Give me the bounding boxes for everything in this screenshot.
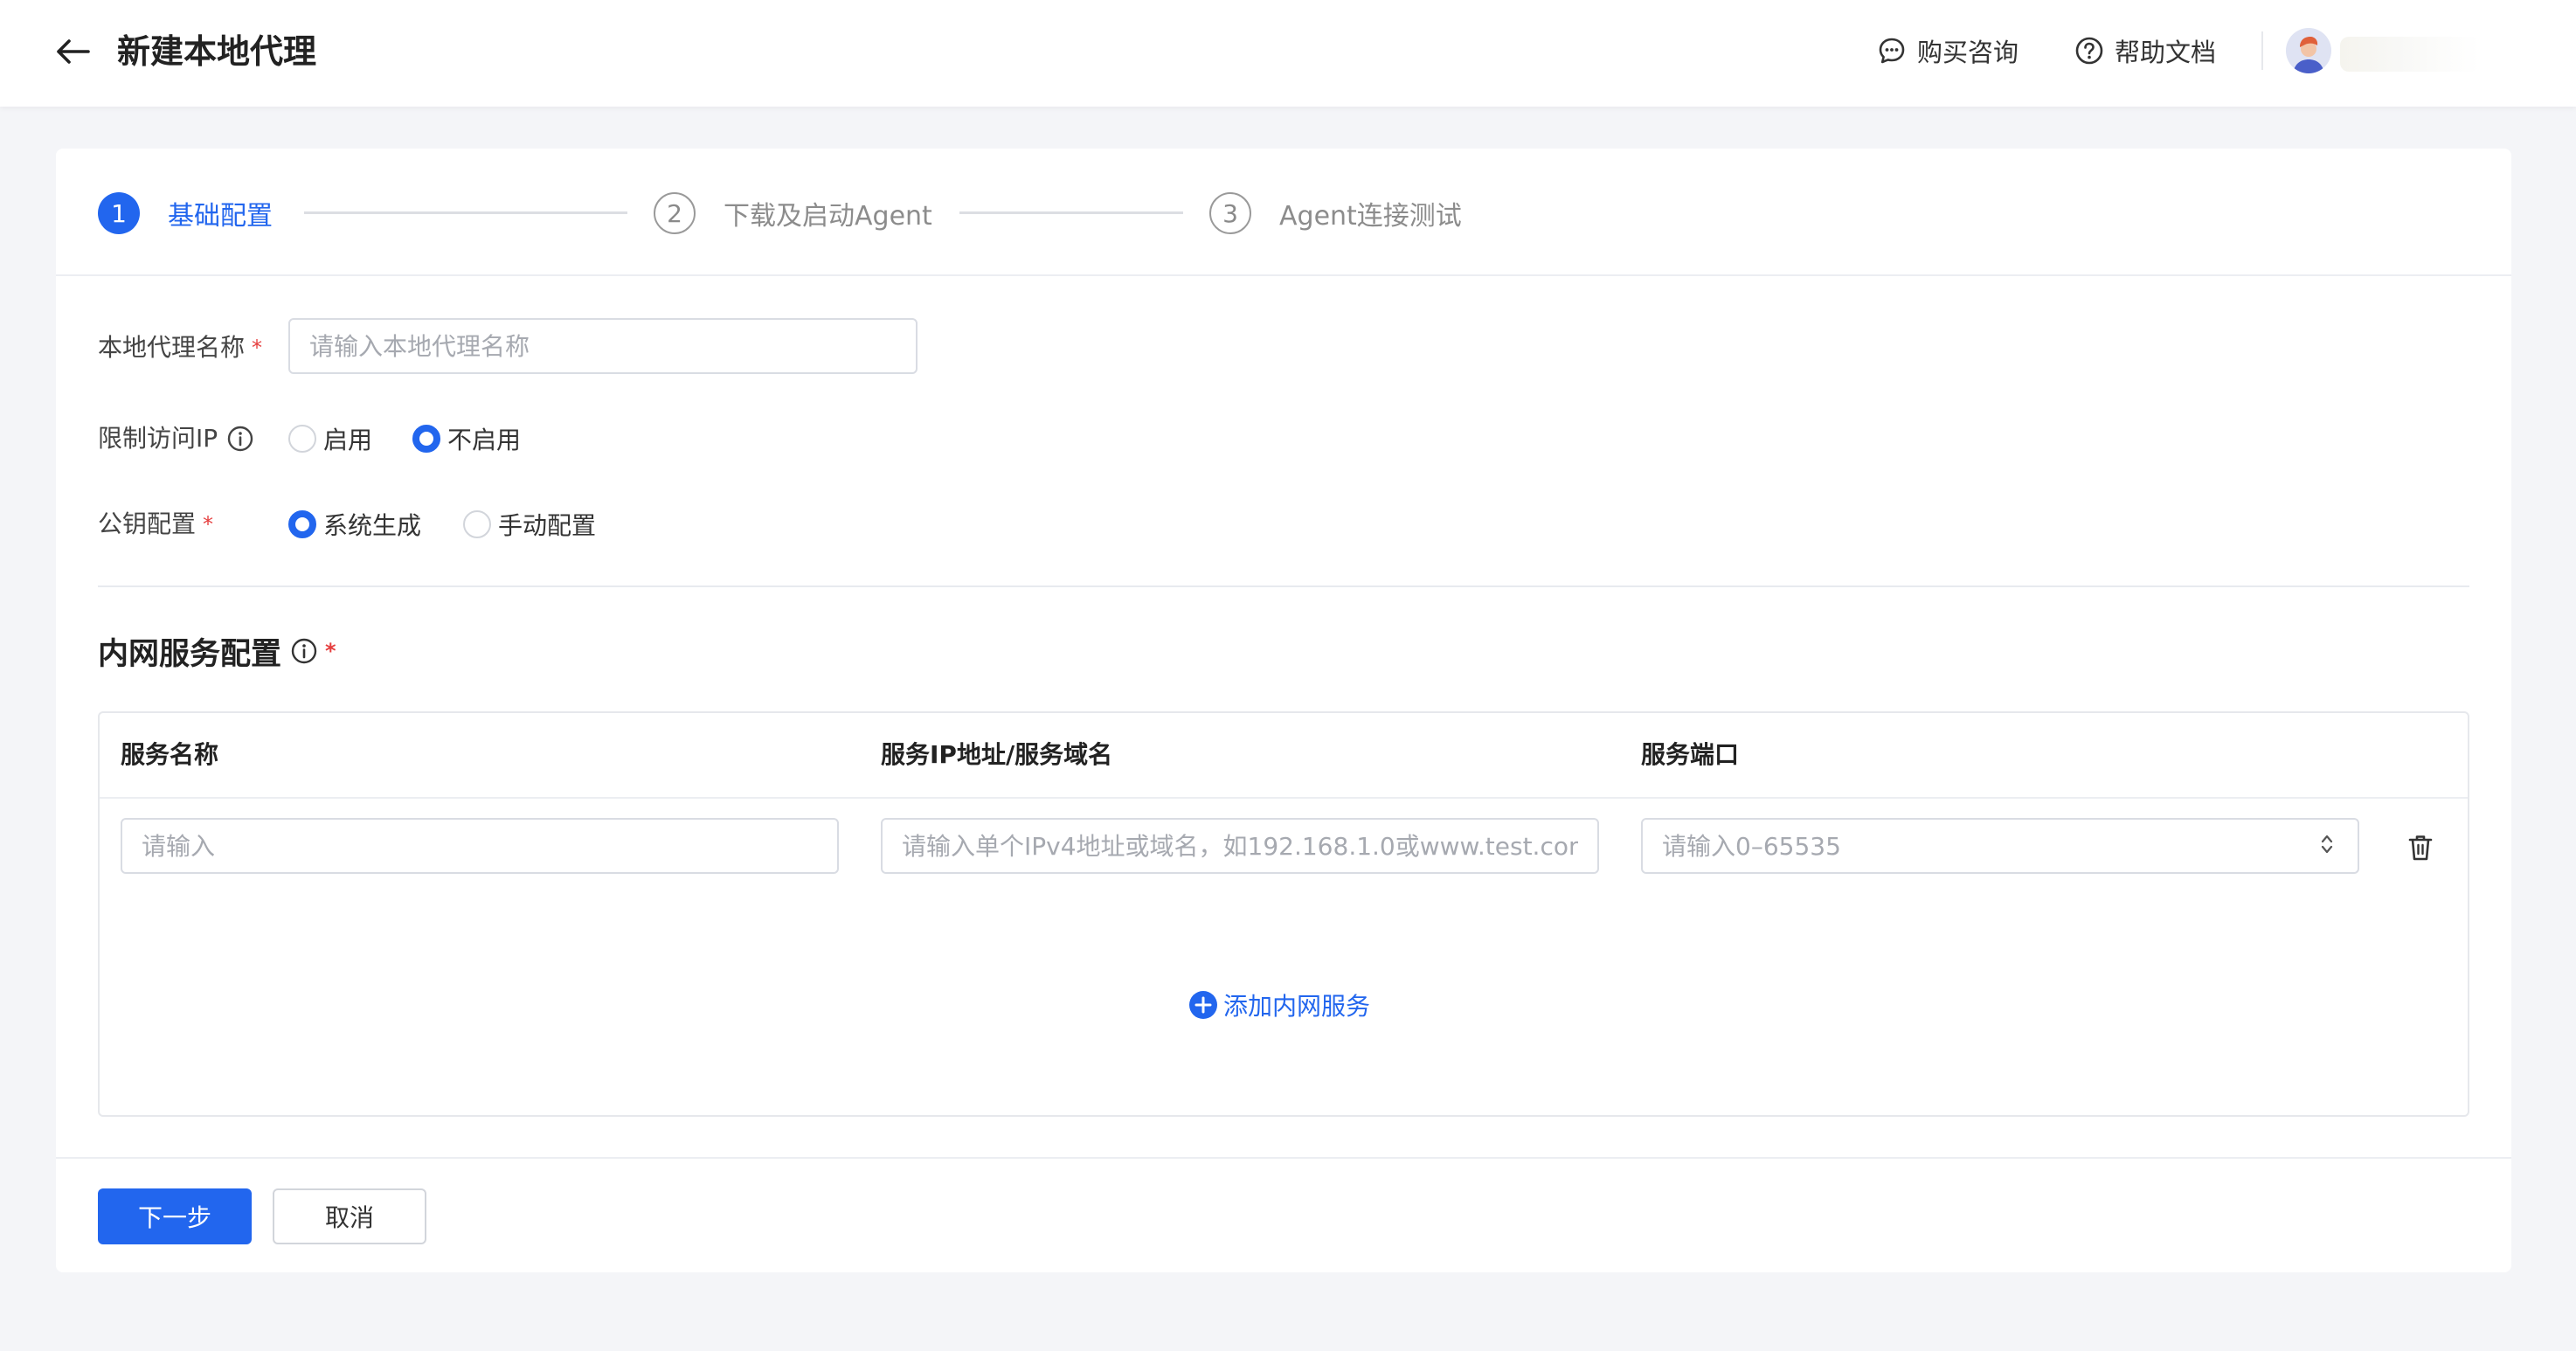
column-header-service-name: 服务名称 — [121, 740, 219, 769]
proxy-name-input[interactable] — [288, 318, 918, 374]
step-number: 1 — [98, 192, 140, 234]
stepper-arrows-icon — [2321, 835, 2333, 854]
port-stepper[interactable] — [2319, 830, 2335, 858]
section-title-text: 内网服务配置 — [98, 636, 282, 672]
footer-divider — [56, 1157, 2511, 1159]
step-connector — [959, 211, 1183, 214]
cancel-button[interactable]: 取消 — [273, 1188, 426, 1244]
step-number: 2 — [654, 192, 696, 234]
public-key-label: 公钥配置 * — [98, 507, 213, 542]
restrict-ip-disable-radio[interactable]: 不启用 — [412, 421, 521, 456]
step-indicator: 1 基础配置 2 下载及启动Agent 3 Agent连接测试 — [56, 149, 2511, 276]
back-button[interactable] — [52, 33, 93, 70]
trash-icon — [2408, 835, 2433, 861]
radio-label: 启用 — [323, 426, 373, 454]
restrict-ip-label-text: 限制访问IP — [98, 424, 218, 453]
help-docs-link[interactable]: 帮助文档 — [2074, 31, 2216, 70]
radio-circle — [412, 425, 440, 453]
intranet-services-title: 内网服务配置 * — [98, 629, 336, 673]
service-address-input[interactable] — [881, 818, 1599, 874]
plus-circle-icon — [1188, 990, 1218, 1020]
radio-circle — [288, 510, 316, 538]
restrict-ip-enable-radio[interactable]: 启用 — [288, 421, 372, 456]
service-name-input[interactable] — [121, 818, 839, 874]
purchase-consult-link[interactable]: 购买咨询 — [1877, 31, 2019, 70]
username-redacted — [2340, 37, 2480, 72]
help-docs-label: 帮助文档 — [2115, 38, 2217, 67]
proxy-name-label: 本地代理名称 * — [98, 330, 262, 365]
step-2: 2 下载及启动Agent — [654, 191, 932, 236]
avatar[interactable] — [2286, 28, 2331, 73]
chat-bubble-icon — [1877, 36, 1907, 66]
next-step-button[interactable]: 下一步 — [98, 1188, 252, 1244]
service-port-field — [1641, 818, 2359, 874]
service-port-input[interactable] — [1641, 818, 2359, 874]
question-circle-icon — [2074, 36, 2104, 66]
step-number: 3 — [1209, 192, 1251, 234]
proxy-name-label-text: 本地代理名称 — [98, 333, 246, 362]
header-divider — [2261, 31, 2263, 70]
table-header-divider — [100, 797, 2468, 799]
purchase-consult-label: 购买咨询 — [1917, 38, 2019, 67]
required-mark: * — [252, 336, 263, 360]
top-header: 新建本地代理 购买咨询 帮助文档 — [0, 0, 2576, 107]
radio-label: 系统生成 — [323, 511, 422, 540]
step-label: Agent连接测试 — [1279, 201, 1462, 232]
public-key-label-text: 公钥配置 — [98, 509, 197, 538]
radio-label: 手动配置 — [498, 511, 597, 540]
required-mark: * — [203, 512, 214, 537]
step-1: 1 基础配置 — [98, 191, 273, 236]
info-icon[interactable] — [226, 425, 254, 453]
radio-circle — [288, 425, 316, 453]
step-connector — [304, 211, 627, 214]
arrow-left-icon — [57, 39, 90, 64]
restrict-ip-label: 限制访问IP — [98, 421, 254, 456]
column-header-service-port: 服务端口 — [1641, 740, 1740, 769]
add-service-label: 添加内网服务 — [1223, 992, 1371, 1021]
page-title: 新建本地代理 — [117, 32, 317, 71]
public-key-system-radio[interactable]: 系统生成 — [288, 507, 421, 542]
radio-label: 不启用 — [447, 426, 522, 454]
user-avatar-icon — [2286, 28, 2331, 73]
required-mark: * — [325, 639, 336, 663]
form-card: 1 基础配置 2 下载及启动Agent 3 Agent连接测试 本地代理名称 *… — [56, 149, 2511, 1272]
info-icon[interactable] — [290, 637, 318, 665]
step-label: 基础配置 — [168, 201, 273, 232]
public-key-manual-radio[interactable]: 手动配置 — [463, 507, 596, 542]
column-header-service-address: 服务IP地址/服务域名 — [881, 740, 1113, 769]
radio-circle — [463, 510, 491, 538]
delete-row-button[interactable] — [2401, 828, 2440, 867]
step-3: 3 Agent连接测试 — [1209, 191, 1462, 236]
step-label: 下载及启动Agent — [724, 201, 932, 232]
services-table: 服务名称 服务IP地址/服务域名 服务端口 — [98, 711, 2469, 1117]
section-divider — [98, 585, 2469, 587]
add-intranet-service-button[interactable]: 添加内网服务 — [1188, 987, 1370, 1022]
